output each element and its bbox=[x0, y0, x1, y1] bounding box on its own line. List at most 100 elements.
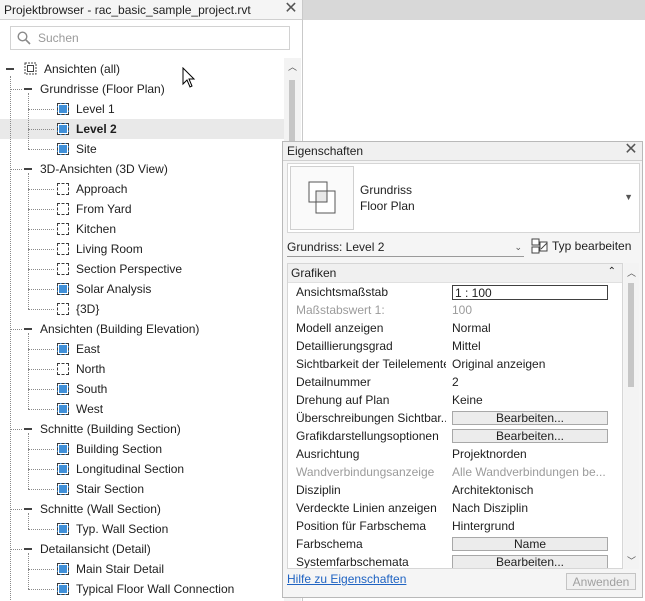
scroll-up-icon[interactable]: ︿ bbox=[624, 266, 639, 279]
tree-group[interactable]: Detailansicht (Detail) bbox=[0, 539, 284, 559]
tree-root[interactable]: Ansichten (all) bbox=[0, 59, 284, 79]
tree-view-item[interactable]: Building Section bbox=[0, 439, 284, 459]
tree-item-label: Stair Section bbox=[76, 482, 145, 496]
chevron-down-icon[interactable]: ▼ bbox=[624, 192, 633, 202]
collapse-toggle-icon[interactable] bbox=[24, 508, 32, 510]
property-row[interactable]: Überschreibungen Sichtbar... Bearbeiten..… bbox=[288, 409, 622, 427]
search-input[interactable]: Suchen bbox=[10, 26, 290, 50]
scrollbar-thumb[interactable] bbox=[628, 283, 634, 387]
tree-item-label: Ansichten (all) bbox=[44, 62, 121, 76]
section-header-graphics[interactable]: Grafiken ⌃ bbox=[288, 264, 622, 283]
view-placed-icon bbox=[57, 123, 69, 135]
scroll-down-icon[interactable]: ﹀ bbox=[624, 554, 639, 567]
apply-button[interactable]: Anwenden bbox=[566, 573, 636, 590]
property-edit-button[interactable]: Name bbox=[452, 537, 608, 551]
tree-group[interactable]: Grundrisse (Floor Plan) bbox=[0, 79, 284, 99]
tree-connector bbox=[28, 129, 54, 130]
property-row[interactable]: Verdeckte Linien anzeigen Nach Disziplin bbox=[288, 499, 622, 517]
property-value-input[interactable]: 1 : 100 bbox=[452, 284, 608, 300]
property-row[interactable]: Disziplin Architektonisch bbox=[288, 481, 622, 499]
property-row[interactable]: Detailnummer 2 bbox=[288, 373, 622, 391]
collapse-toggle-icon[interactable] bbox=[24, 168, 32, 170]
property-value[interactable]: Hintergrund bbox=[452, 519, 612, 533]
tree-view-item[interactable]: Level 1 bbox=[0, 99, 284, 119]
tree-group[interactable]: Schnitte (Building Section) bbox=[0, 419, 284, 439]
tree-view-item[interactable]: Approach bbox=[0, 179, 284, 199]
property-row[interactable]: Position für Farbschema Hintergrund bbox=[288, 517, 622, 535]
property-value[interactable]: Architektonisch bbox=[452, 483, 612, 497]
property-value[interactable]: Keine bbox=[452, 393, 612, 407]
properties-scrollbar[interactable]: ︿ ﹀ bbox=[624, 263, 639, 569]
tree-view-item[interactable]: Site bbox=[0, 139, 284, 159]
tree-connector bbox=[28, 229, 54, 230]
help-link[interactable]: Hilfe zu Eigenschaften bbox=[287, 572, 406, 586]
property-value[interactable]: Original anzeigen bbox=[452, 357, 612, 371]
close-icon[interactable]: ✕ bbox=[284, 1, 298, 17]
type-selector[interactable]: Grundriss Floor Plan ▼ bbox=[287, 163, 640, 233]
property-row[interactable]: Sichtbarkeit der Teilelemente Original an… bbox=[288, 355, 622, 373]
tree-view-item[interactable]: Level 2 bbox=[0, 119, 284, 139]
tree-view-item[interactable]: Stair Section bbox=[0, 479, 284, 499]
property-value[interactable]: Normal bbox=[452, 321, 612, 335]
collapse-toggle-icon[interactable] bbox=[24, 88, 32, 90]
property-row[interactable]: Systemfarbschemata Bearbeiten... bbox=[288, 553, 622, 568]
property-row[interactable]: Grafikdarstellungsoptionen Bearbeiten... bbox=[288, 427, 622, 445]
property-value[interactable]: 2 bbox=[452, 375, 612, 389]
tree-view-item[interactable]: West bbox=[0, 399, 284, 419]
instance-filter-label: Grundriss: Level 2 bbox=[287, 240, 385, 254]
tree-connector bbox=[28, 569, 54, 570]
property-row[interactable]: Farbschema Name bbox=[288, 535, 622, 553]
property-edit-button[interactable]: Bearbeiten... bbox=[452, 429, 608, 443]
tree-connector bbox=[28, 489, 54, 490]
properties-titlebar[interactable]: Eigenschaften ✕ bbox=[283, 142, 642, 161]
collapse-icon[interactable]: ⌃ bbox=[608, 266, 616, 277]
property-row[interactable]: Drehung auf Plan Keine bbox=[288, 391, 622, 409]
view-unplaced-icon bbox=[57, 203, 69, 215]
tree-group[interactable]: 3D-Ansichten (3D View) bbox=[0, 159, 284, 179]
search-icon bbox=[17, 31, 31, 45]
tree-view-item[interactable]: From Yard bbox=[0, 199, 284, 219]
property-value[interactable]: Projektnorden bbox=[452, 447, 612, 461]
tree-view-item[interactable]: Section Perspective bbox=[0, 259, 284, 279]
tree-connector bbox=[28, 449, 54, 450]
property-row[interactable]: Ansichtsmaßstab 1 : 100 bbox=[288, 283, 622, 301]
tree-group[interactable]: Schnitte (Wall Section) bbox=[0, 499, 284, 519]
tree-view-item[interactable]: South bbox=[0, 379, 284, 399]
tree-view-item[interactable]: Typ. Wall Section bbox=[0, 519, 284, 539]
tree-connector bbox=[28, 589, 54, 590]
view-placed-icon bbox=[57, 583, 69, 595]
property-row[interactable]: Modell anzeigen Normal bbox=[288, 319, 622, 337]
tree-view-item[interactable]: Living Room bbox=[0, 239, 284, 259]
close-icon[interactable]: ✕ bbox=[624, 142, 638, 158]
collapse-toggle-icon[interactable] bbox=[24, 548, 32, 550]
tree-view-item[interactable]: Typical Floor Wall Connection bbox=[0, 579, 284, 599]
tree-connector bbox=[10, 549, 22, 550]
property-row[interactable]: Maßstabswert 1: 100 bbox=[288, 301, 622, 319]
view-placed-icon bbox=[57, 103, 69, 115]
property-edit-button[interactable]: Bearbeiten... bbox=[452, 411, 608, 425]
view-placed-icon bbox=[57, 403, 69, 415]
property-row[interactable]: Wandverbindungsanzeige Alle Wandverbindun… bbox=[288, 463, 622, 481]
tree-view-item[interactable]: Solar Analysis bbox=[0, 279, 284, 299]
instance-filter-dropdown[interactable]: Grundriss: Level 2 ⌄ bbox=[287, 238, 524, 257]
property-value[interactable]: Mittel bbox=[452, 339, 612, 353]
property-value[interactable]: Nach Disziplin bbox=[452, 501, 612, 515]
tree-view-item[interactable]: Kitchen bbox=[0, 219, 284, 239]
collapse-toggle-icon[interactable] bbox=[6, 68, 14, 70]
scroll-up-icon[interactable]: ︿ bbox=[284, 60, 301, 73]
project-browser-titlebar[interactable]: Projektbrowser - rac_basic_sample_projec… bbox=[0, 0, 302, 20]
tree-view-item[interactable]: North bbox=[0, 359, 284, 379]
tree-view-item[interactable]: East bbox=[0, 339, 284, 359]
property-row[interactable]: Ausrichtung Projektnorden bbox=[288, 445, 622, 463]
property-row[interactable]: Detaillierungsgrad Mittel bbox=[288, 337, 622, 355]
tree-view-item[interactable]: Longitudinal Section bbox=[0, 459, 284, 479]
collapse-toggle-icon[interactable] bbox=[24, 328, 32, 330]
edit-type-button[interactable]: Typ bearbeiten bbox=[531, 236, 641, 256]
property-edit-button[interactable]: Bearbeiten... bbox=[452, 555, 608, 568]
tree-view-item[interactable]: Main Stair Detail bbox=[0, 559, 284, 579]
collapse-toggle-icon[interactable] bbox=[24, 428, 32, 430]
tree-group[interactable]: Ansichten (Building Elevation) bbox=[0, 319, 284, 339]
tree-view-item[interactable]: {3D} bbox=[0, 299, 284, 319]
tree-connector bbox=[28, 109, 54, 110]
tree-connector bbox=[28, 349, 54, 350]
